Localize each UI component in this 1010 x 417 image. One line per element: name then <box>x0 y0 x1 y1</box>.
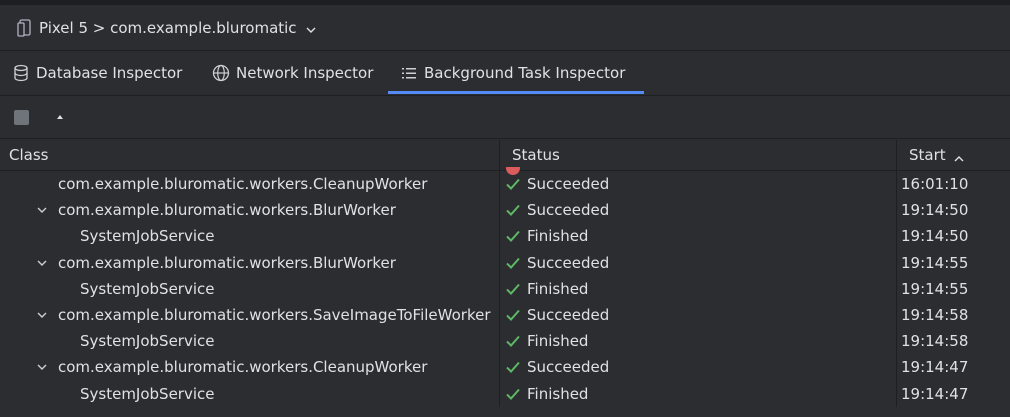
start-time: 19:14:58 <box>901 332 969 351</box>
checkmark-icon <box>505 256 521 270</box>
class-cell: SystemJobService <box>0 328 500 355</box>
start-time: 19:14:47 <box>901 384 969 403</box>
table-row[interactable]: com.example.bluromatic.workers.CleanupWo… <box>0 171 1010 198</box>
tab-label: Background Task Inspector <box>424 64 626 82</box>
chevron-down-icon[interactable] <box>35 360 49 374</box>
chevron-down-icon[interactable] <box>35 203 49 217</box>
status-cell: Succeeded <box>500 197 897 224</box>
sort-ascending-icon <box>954 150 964 162</box>
status-cell: Succeeded <box>500 171 897 198</box>
class-name: com.example.bluromatic.workers.BlurWorke… <box>58 253 396 272</box>
start-cell: 19:14:58 <box>897 302 1010 328</box>
class-name: SystemJobService <box>80 332 215 351</box>
inspector-tabs: Database Inspector Network Inspector Bac… <box>0 52 1010 94</box>
status-text: Succeeded <box>527 306 610 325</box>
task-table-body: com.example.bluromatic.workers.CleanupWo… <box>0 171 1010 417</box>
class-cell: com.example.bluromatic.workers.SaveImage… <box>0 301 500 329</box>
tab-label: Network Inspector <box>236 64 374 82</box>
status-cell: Finished <box>500 328 897 355</box>
status-cell: Succeeded <box>500 249 897 276</box>
class-name: com.example.bluromatic.workers.CleanupWo… <box>58 358 428 377</box>
table-row[interactable]: SystemJobService Finished 19:14:58 <box>0 328 1010 355</box>
status-cell: Finished <box>500 223 897 250</box>
chevron-down-icon[interactable] <box>305 22 317 34</box>
database-icon <box>12 64 30 82</box>
toolbar <box>0 95 1010 139</box>
status-cell: Finished <box>500 275 897 302</box>
device-phone-icon <box>17 18 33 37</box>
status-text: Finished <box>527 279 589 298</box>
globe-icon <box>212 64 230 82</box>
start-cell: 19:14:50 <box>897 223 1010 249</box>
chevron-down-icon[interactable] <box>35 256 49 270</box>
table-row[interactable]: com.example.bluromatic.workers.CleanupWo… <box>0 354 1010 381</box>
checkmark-icon <box>505 177 521 191</box>
start-cell: 19:14:58 <box>897 328 1010 354</box>
status-cell: Finished <box>500 380 897 407</box>
status-text: Succeeded <box>527 201 610 220</box>
column-header-start[interactable]: Start <box>897 140 1010 170</box>
checkmark-icon <box>505 387 521 401</box>
start-cell: 19:14:50 <box>897 197 1010 223</box>
class-cell: com.example.bluromatic.workers.BlurWorke… <box>0 197 500 224</box>
status-text: Finished <box>527 332 589 351</box>
status-text: Succeeded <box>527 253 610 272</box>
table-row[interactable]: com.example.bluromatic.workers.SaveImage… <box>0 301 1010 329</box>
start-time: 19:14:58 <box>901 306 969 325</box>
chevron-down-icon[interactable] <box>35 308 49 322</box>
table-row[interactable]: com.example.bluromatic.workers.BlurWorke… <box>0 197 1010 224</box>
status-text: Succeeded <box>527 175 610 194</box>
start-time: 19:14:47 <box>901 358 969 377</box>
stop-icon[interactable] <box>14 109 29 125</box>
tab-background-task-inspector[interactable]: Background Task Inspector <box>388 52 644 94</box>
table-row[interactable]: SystemJobService Finished 19:14:47 <box>0 380 1010 407</box>
status-text: Finished <box>527 384 589 403</box>
class-name: com.example.bluromatic.workers.CleanupWo… <box>58 175 428 194</box>
checkmark-icon <box>505 203 521 217</box>
column-header-class[interactable]: Class <box>0 140 500 170</box>
class-cell: com.example.bluromatic.workers.CleanupWo… <box>0 171 500 198</box>
class-name: SystemJobService <box>80 227 215 246</box>
checkmark-icon <box>505 282 521 296</box>
start-cell: 19:14:47 <box>897 381 1010 407</box>
checkmark-icon <box>505 334 521 348</box>
class-name: SystemJobService <box>80 279 215 298</box>
start-time: 19:14:50 <box>901 227 969 246</box>
start-time: 19:14:55 <box>901 253 969 272</box>
class-name: com.example.bluromatic.workers.BlurWorke… <box>58 201 396 220</box>
start-time: 16:01:10 <box>901 175 969 194</box>
table-row[interactable]: SystemJobService Finished 19:14:50 <box>0 223 1010 250</box>
tab-label: Database Inspector <box>36 64 183 82</box>
start-time: 19:14:50 <box>901 201 969 220</box>
checkmark-icon <box>505 308 521 322</box>
class-name: com.example.bluromatic.workers.SaveImage… <box>58 306 491 325</box>
start-cell: 19:14:55 <box>897 250 1010 276</box>
tab-network-inspector[interactable]: Network Inspector <box>200 52 388 94</box>
device-label: Pixel 5 > com.example.bluromatic <box>39 18 297 37</box>
list-icon <box>400 64 418 82</box>
class-cell: SystemJobService <box>0 275 500 302</box>
status-cell: Succeeded <box>500 301 897 329</box>
start-time: 19:14:55 <box>901 279 969 298</box>
class-cell: SystemJobService <box>0 223 500 250</box>
start-cell: 19:14:55 <box>897 276 1010 302</box>
table-row[interactable]: SystemJobService Finished 19:14:55 <box>0 275 1010 302</box>
status-text: Finished <box>527 227 589 246</box>
checkmark-icon <box>505 360 521 374</box>
table-header: Class Status Start <box>0 140 1010 171</box>
tab-database-inspector[interactable]: Database Inspector <box>0 52 200 94</box>
dropdown-triangle-icon[interactable] <box>57 115 63 119</box>
status-text: Succeeded <box>527 358 610 377</box>
status-cell: Succeeded <box>500 354 897 381</box>
device-selector[interactable]: Pixel 5 > com.example.bluromatic <box>0 5 1010 51</box>
class-cell: com.example.bluromatic.workers.BlurWorke… <box>0 249 500 276</box>
class-cell: SystemJobService <box>0 380 500 407</box>
column-header-status[interactable]: Status <box>500 140 897 170</box>
start-cell: 19:14:47 <box>897 354 1010 380</box>
class-cell: com.example.bluromatic.workers.CleanupWo… <box>0 354 500 381</box>
start-cell: 16:01:10 <box>897 171 1010 197</box>
class-name: SystemJobService <box>80 384 215 403</box>
checkmark-icon <box>505 229 521 243</box>
table-row[interactable]: com.example.bluromatic.workers.BlurWorke… <box>0 249 1010 276</box>
